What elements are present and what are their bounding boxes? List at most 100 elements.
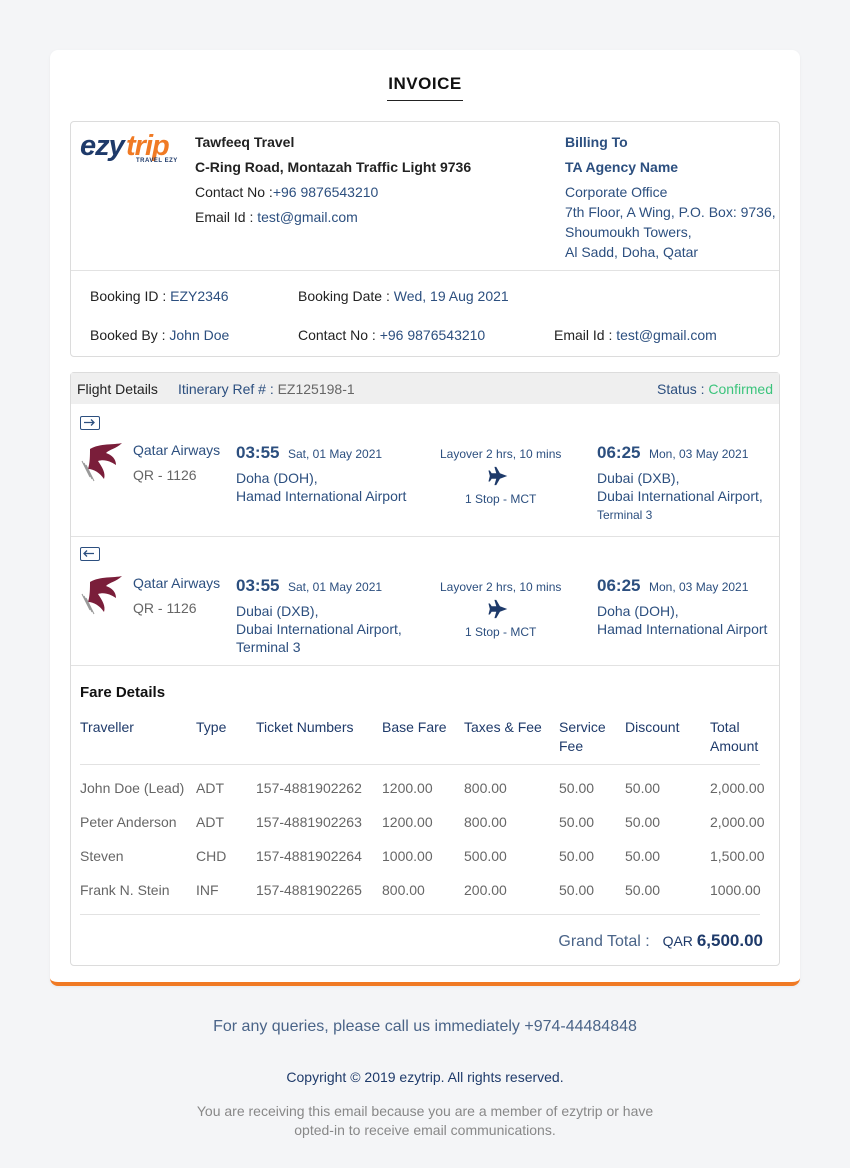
company-email-link[interactable]: test@gmail.com — [257, 209, 358, 225]
header-box: ezy trip TRAVEL EZY Tawfeeq Travel C-Rin… — [70, 121, 780, 357]
col-traveller: Traveller — [80, 719, 134, 735]
departure-airport: Dubai International Airport, — [236, 621, 402, 637]
footer-copyright: Copyright © 2019 ezytrip. All rights res… — [286, 1069, 564, 1085]
departure-icon — [80, 416, 100, 430]
departure-date: Sat, 01 May 2021 — [288, 447, 383, 461]
billing-line4: Al Sadd, Doha, Qatar — [565, 244, 699, 260]
fare-cell-type: CHD — [196, 848, 227, 864]
col-ticket-numbers: Ticket Numbers — [256, 719, 354, 735]
col-type: Type — [196, 719, 227, 735]
fare-cell-service-fee: 50.00 — [559, 780, 595, 796]
itinerary-ref: Itinerary Ref # : EZ125198-1 — [178, 381, 355, 397]
billing-line2: 7th Floor, A Wing, P.O. Box: 9736, — [565, 204, 776, 220]
invoice-title: INVOICE — [50, 74, 800, 101]
airline-name: Qatar Airways — [133, 442, 221, 458]
company-address: C-Ring Road, Montazah Traffic Light 9736 — [195, 159, 472, 175]
footer-notice: You are receiving this email because you… — [196, 1103, 654, 1138]
fare-cell-ticket-number: 157-4881902265 — [256, 882, 362, 898]
fare-cell-traveller: Peter Anderson — [80, 814, 177, 830]
divider — [80, 914, 760, 915]
plane-icon — [488, 599, 508, 619]
col-service-fee: Service Fee — [559, 719, 606, 754]
fare-cell-ticket-number: 157-4881902263 — [256, 814, 362, 830]
booking-id: Booking ID : EZY2346 — [90, 288, 229, 304]
flight-segment: Qatar Airways QR - 1126 03:55 Sat, 01 Ma… — [71, 405, 779, 536]
booked-by: Booked By : John Doe — [90, 327, 230, 343]
invoice-card: INVOICE ezy trip TRAVEL EZY Tawfeeq Trav… — [50, 50, 800, 986]
fare-cell-taxes-fee: 800.00 — [464, 814, 507, 830]
divider — [80, 764, 760, 765]
departure-city: Dubai (DXB), — [236, 603, 319, 619]
fare-cell-taxes-fee: 800.00 — [464, 780, 507, 796]
booking-contact: Contact No : +96 9876543210 — [298, 327, 486, 343]
fare-cell-taxes-fee: 200.00 — [464, 882, 507, 898]
departure-time: 03:55 — [236, 576, 280, 595]
col-discount: Discount — [625, 719, 680, 735]
fare-cell-service-fee: 50.00 — [559, 848, 595, 864]
fare-cell-type: ADT — [196, 814, 224, 830]
flight-details-heading: Flight Details — [77, 381, 158, 397]
arrival-terminal: Terminal 3 — [597, 508, 653, 522]
fare-cell-base-fare: 1000.00 — [382, 848, 433, 864]
booking-status: Status : Confirmed — [657, 381, 773, 397]
grand-total: Grand Total : QAR 6,500.00 — [558, 931, 763, 950]
billing-line1: Corporate Office — [565, 184, 668, 200]
return-icon — [80, 547, 100, 561]
arrival-date: Mon, 03 May 2021 — [649, 580, 749, 594]
col-taxes-fee: Taxes & Fee — [464, 719, 542, 735]
fare-cell-ticket-number: 157-4881902262 — [256, 780, 362, 796]
arrival-time: 06:25 — [597, 576, 641, 595]
flight-number: QR - 1126 — [133, 467, 197, 483]
flight-number: QR - 1126 — [133, 600, 197, 616]
flight-fare-box: Flight Details Itinerary Ref # : EZ12519… — [70, 372, 780, 966]
fare-cell-total-amount: 1000.00 — [710, 882, 761, 898]
flight-details-bar: Flight Details Itinerary Ref # : EZ12519… — [71, 373, 779, 404]
company-contact: Contact No :+96 9876543210 — [195, 184, 379, 200]
booking-date: Booking Date : Wed, 19 Aug 2021 — [298, 288, 509, 304]
fare-cell-base-fare: 1200.00 — [382, 814, 433, 830]
fare-cell-type: INF — [196, 882, 219, 898]
departure-terminal: Terminal 3 — [236, 639, 301, 655]
fare-cell-discount: 50.00 — [625, 848, 661, 864]
fare-cell-traveller: Frank N. Stein — [80, 882, 170, 898]
col-base-fare: Base Fare — [382, 719, 447, 735]
divider — [71, 665, 779, 666]
company-name: Tawfeeq Travel — [195, 134, 295, 150]
fare-cell-traveller: Steven — [80, 848, 124, 864]
fare-cell-discount: 50.00 — [625, 780, 661, 796]
fare-cell-total-amount: 1,500.00 — [710, 848, 765, 864]
flight-segment: Qatar Airways QR - 1126 03:55 Sat, 01 Ma… — [71, 537, 779, 665]
booking-email-link[interactable]: test@gmail.com — [616, 327, 717, 343]
departure-airport: Hamad International Airport — [236, 488, 407, 504]
airline-name: Qatar Airways — [133, 575, 221, 591]
fare-details-heading: Fare Details — [80, 684, 166, 701]
billing-heading: Billing To — [565, 134, 628, 150]
qatar-airways-logo — [81, 576, 122, 615]
departure-time: 03:55 — [236, 443, 280, 462]
qatar-airways-logo — [81, 443, 122, 482]
fare-cell-total-amount: 2,000.00 — [710, 814, 765, 830]
col-total-amount: Total Amount — [710, 719, 759, 754]
stop-info: 1 Stop - MCT — [465, 492, 537, 506]
fare-cell-ticket-number: 157-4881902264 — [256, 848, 362, 864]
billing-agency: TA Agency Name — [565, 159, 679, 175]
booking-email: Email Id : test@gmail.com — [554, 327, 717, 343]
company-email: Email Id : test@gmail.com — [195, 209, 358, 225]
fare-cell-taxes-fee: 500.00 — [464, 848, 507, 864]
departure-date: Sat, 01 May 2021 — [288, 580, 383, 594]
arrival-airport: Hamad International Airport — [597, 621, 768, 637]
fare-cell-type: ADT — [196, 780, 224, 796]
arrival-city: Dubai (DXB), — [597, 470, 680, 486]
fare-cell-service-fee: 50.00 — [559, 882, 595, 898]
fare-cell-service-fee: 50.00 — [559, 814, 595, 830]
ezytrip-logo: ezy trip TRAVEL EZY — [80, 130, 178, 164]
departure-city: Doha (DOH), — [236, 470, 318, 486]
arrival-time: 06:25 — [597, 443, 641, 462]
fare-cell-discount: 50.00 — [625, 814, 661, 830]
layover-info: Layover 2 hrs, 10 mins — [440, 580, 562, 594]
divider — [71, 270, 779, 271]
fare-cell-total-amount: 2,000.00 — [710, 780, 765, 796]
stop-info: 1 Stop - MCT — [465, 625, 537, 639]
fare-cell-base-fare: 800.00 — [382, 882, 425, 898]
billing-line3: Shoumoukh Towers, — [565, 224, 692, 240]
